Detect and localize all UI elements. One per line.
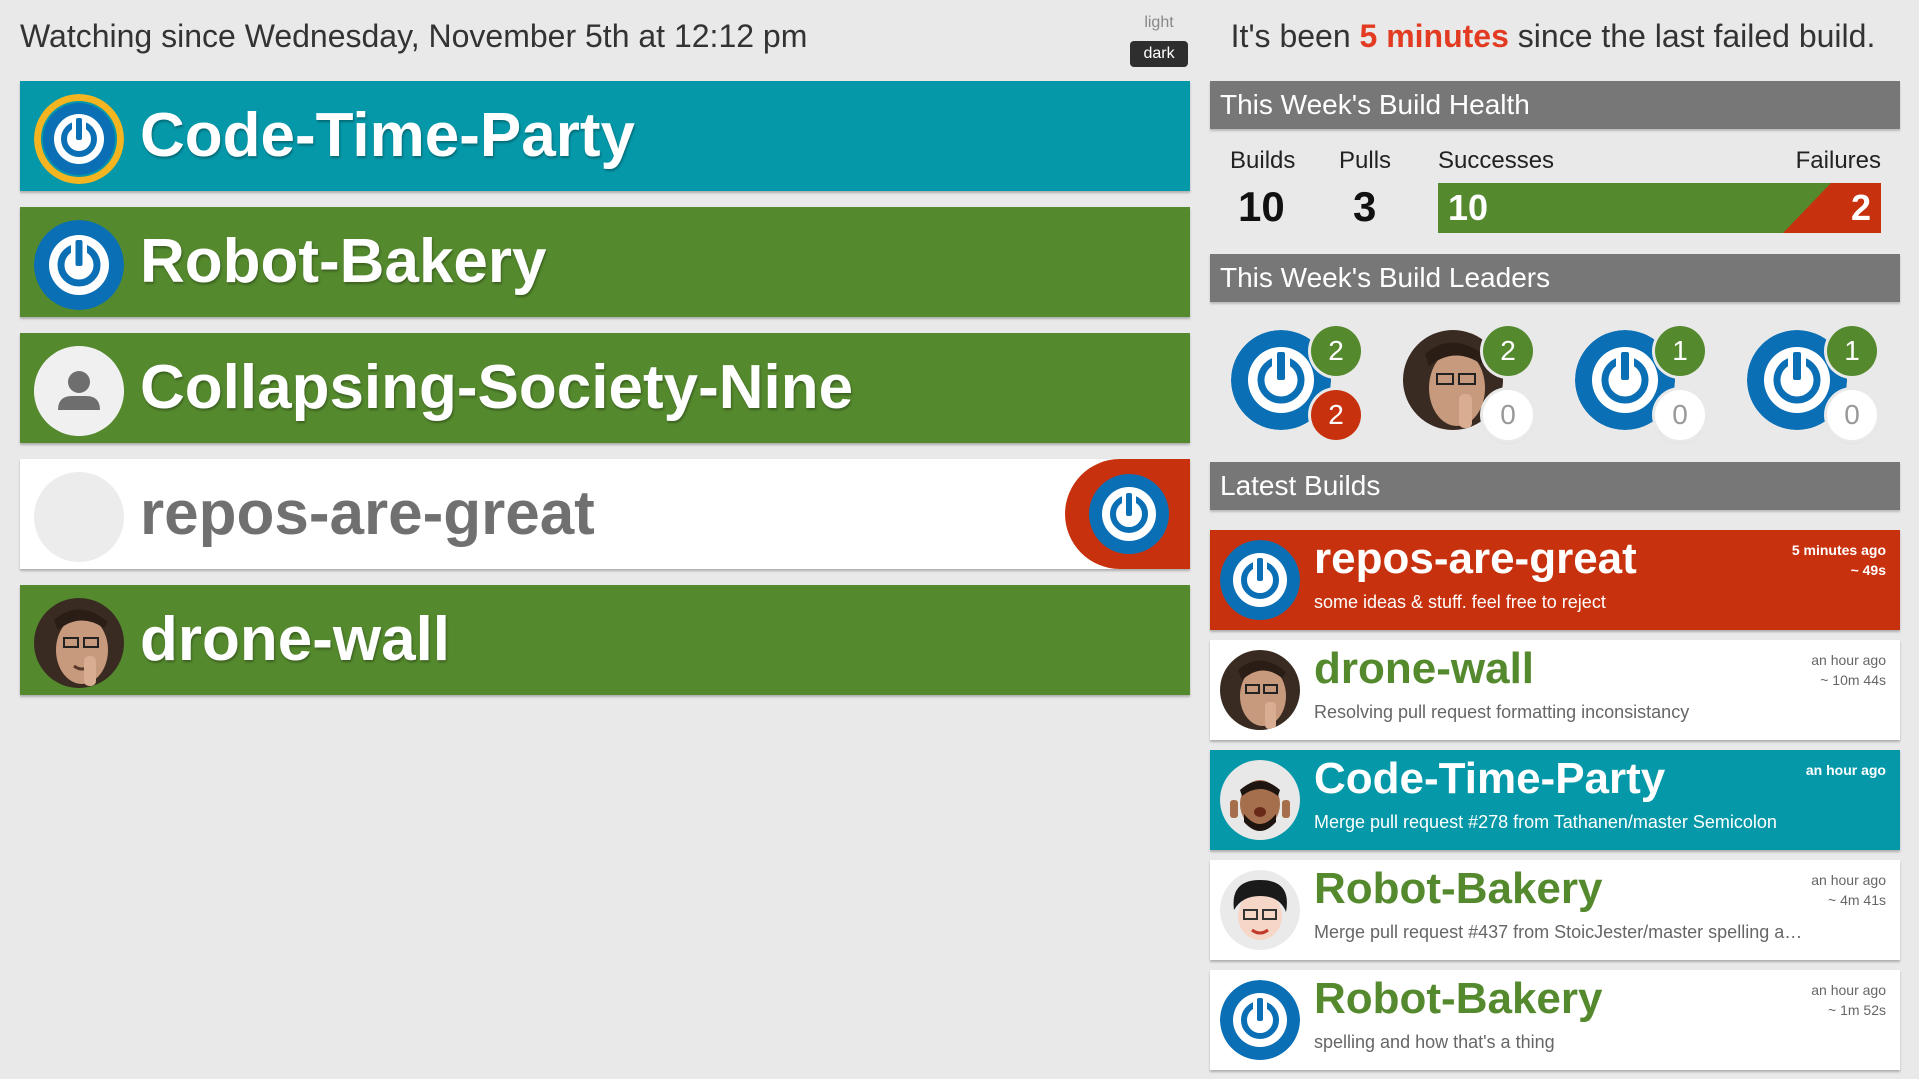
build-duration: ~ 4m 41s: [1828, 892, 1886, 908]
failures-count: 2: [1850, 187, 1871, 228]
build-commit-message: Merge pull request #437 from StoicJester…: [1314, 922, 1804, 942]
person-icon: [34, 346, 124, 436]
build-duration: ~ 49s: [1850, 562, 1886, 578]
build-row[interactable]: Code-Time-Party Merge pull request #278 …: [1210, 750, 1900, 850]
user-photo-avatar: [1220, 760, 1300, 840]
repo-card-repos-are-great[interactable]: repos-are-great: [20, 459, 1190, 569]
repo-name: Collapsing-Society-Nine: [140, 353, 854, 422]
build-health-header: This Week's Build Health: [1210, 81, 1900, 129]
pulls-count: 3: [1353, 183, 1377, 230]
builds-label: Builds: [1230, 147, 1296, 174]
leader-4[interactable]: 1 0: [1747, 326, 1877, 440]
success-failure-bar: 10 2: [1438, 183, 1881, 233]
build-leaders-header: This Week's Build Leaders: [1210, 254, 1900, 302]
pulls-label: Pulls: [1339, 147, 1392, 174]
since-highlight: 5 minutes: [1359, 18, 1509, 54]
wins-badge: 1: [1655, 326, 1705, 376]
wins-badge: 1: [1827, 326, 1877, 376]
last-failed-build-text: It's been 5 minutes since the last faile…: [1210, 18, 1896, 55]
failures-label: Failures: [1795, 147, 1881, 174]
theme-dark-button[interactable]: dark: [1130, 41, 1188, 67]
leader-3[interactable]: 1 0: [1575, 326, 1705, 440]
leader-2[interactable]: 2 0: [1403, 326, 1533, 440]
build-repo-name: repos-are-great: [1314, 534, 1637, 583]
build-commit-message: spelling and how that's a thing: [1314, 1032, 1555, 1052]
since-prefix: It's been: [1230, 18, 1360, 54]
repo-name: Robot-Bakery: [140, 227, 547, 296]
build-duration: ~ 1m 52s: [1828, 1002, 1886, 1018]
repo-name: repos-are-great: [140, 479, 595, 548]
since-suffix: since the last failed build.: [1508, 18, 1876, 54]
build-row[interactable]: Robot-Bakery spelling and how that's a t…: [1210, 970, 1900, 1070]
build-time-ago: 5 minutes ago: [1791, 542, 1886, 558]
avatar-placeholder: [34, 472, 124, 562]
successes-label: Successes: [1438, 147, 1555, 174]
build-commit-message: some ideas & stuff. feel free to reject: [1314, 592, 1606, 612]
repo-card-drone-wall[interactable]: drone-wall: [20, 585, 1190, 695]
repo-card-code-time-party[interactable]: Code-Time-Party: [20, 81, 1190, 191]
power-icon: [34, 94, 124, 184]
repo-card-collapsing-society-nine[interactable]: Collapsing-Society-Nine: [20, 333, 1190, 443]
build-commit-message: Resolving pull request formatting incons…: [1314, 702, 1690, 722]
build-repo-name: Code-Time-Party: [1314, 754, 1666, 803]
build-row[interactable]: drone-wall Resolving pull request format…: [1210, 640, 1900, 740]
build-repo-name: Robot-Bakery: [1314, 974, 1603, 1023]
leader-1[interactable]: 2 2: [1231, 326, 1361, 440]
builds-count: 10: [1238, 183, 1285, 230]
build-time-ago: an hour ago: [1805, 762, 1886, 778]
build-repo-name: drone-wall: [1314, 644, 1535, 693]
successes-count: 10: [1448, 187, 1489, 228]
build-time-ago: an hour ago: [1811, 652, 1886, 668]
build-duration: ~ 10m 44s: [1820, 672, 1886, 688]
power-icon: [1220, 980, 1300, 1060]
build-time-ago: an hour ago: [1811, 872, 1886, 888]
build-row[interactable]: Robot-Bakery Merge pull request #437 fro…: [1210, 860, 1900, 960]
user-photo-avatar: [1220, 650, 1300, 730]
build-row[interactable]: repos-are-great some ideas & stuff. feel…: [1210, 530, 1900, 630]
power-icon: [34, 220, 124, 310]
wins-badge: 2: [1311, 326, 1361, 376]
wins-badge: 2: [1483, 326, 1533, 376]
failed-builder-badge: [1065, 459, 1190, 569]
losses-badge: 2: [1311, 390, 1361, 440]
losses-badge: 0: [1483, 390, 1533, 440]
watching-since-text: Watching since Wednesday, November 5th a…: [20, 18, 808, 54]
repo-name: drone-wall: [140, 605, 451, 674]
power-icon: [1220, 540, 1300, 620]
losses-badge: 0: [1827, 390, 1877, 440]
repo-name: Code-Time-Party: [140, 101, 635, 170]
user-photo-avatar: [34, 598, 124, 688]
theme-light-button[interactable]: light: [1130, 14, 1188, 32]
user-illustration-avatar: [1220, 870, 1300, 950]
build-time-ago: an hour ago: [1811, 982, 1886, 998]
build-commit-message: Merge pull request #278 from Tathanen/ma…: [1314, 812, 1777, 832]
latest-builds-header: Latest Builds: [1210, 462, 1900, 510]
losses-badge: 0: [1655, 390, 1705, 440]
repo-card-robot-bakery[interactable]: Robot-Bakery: [20, 207, 1190, 317]
build-repo-name: Robot-Bakery: [1314, 864, 1603, 913]
